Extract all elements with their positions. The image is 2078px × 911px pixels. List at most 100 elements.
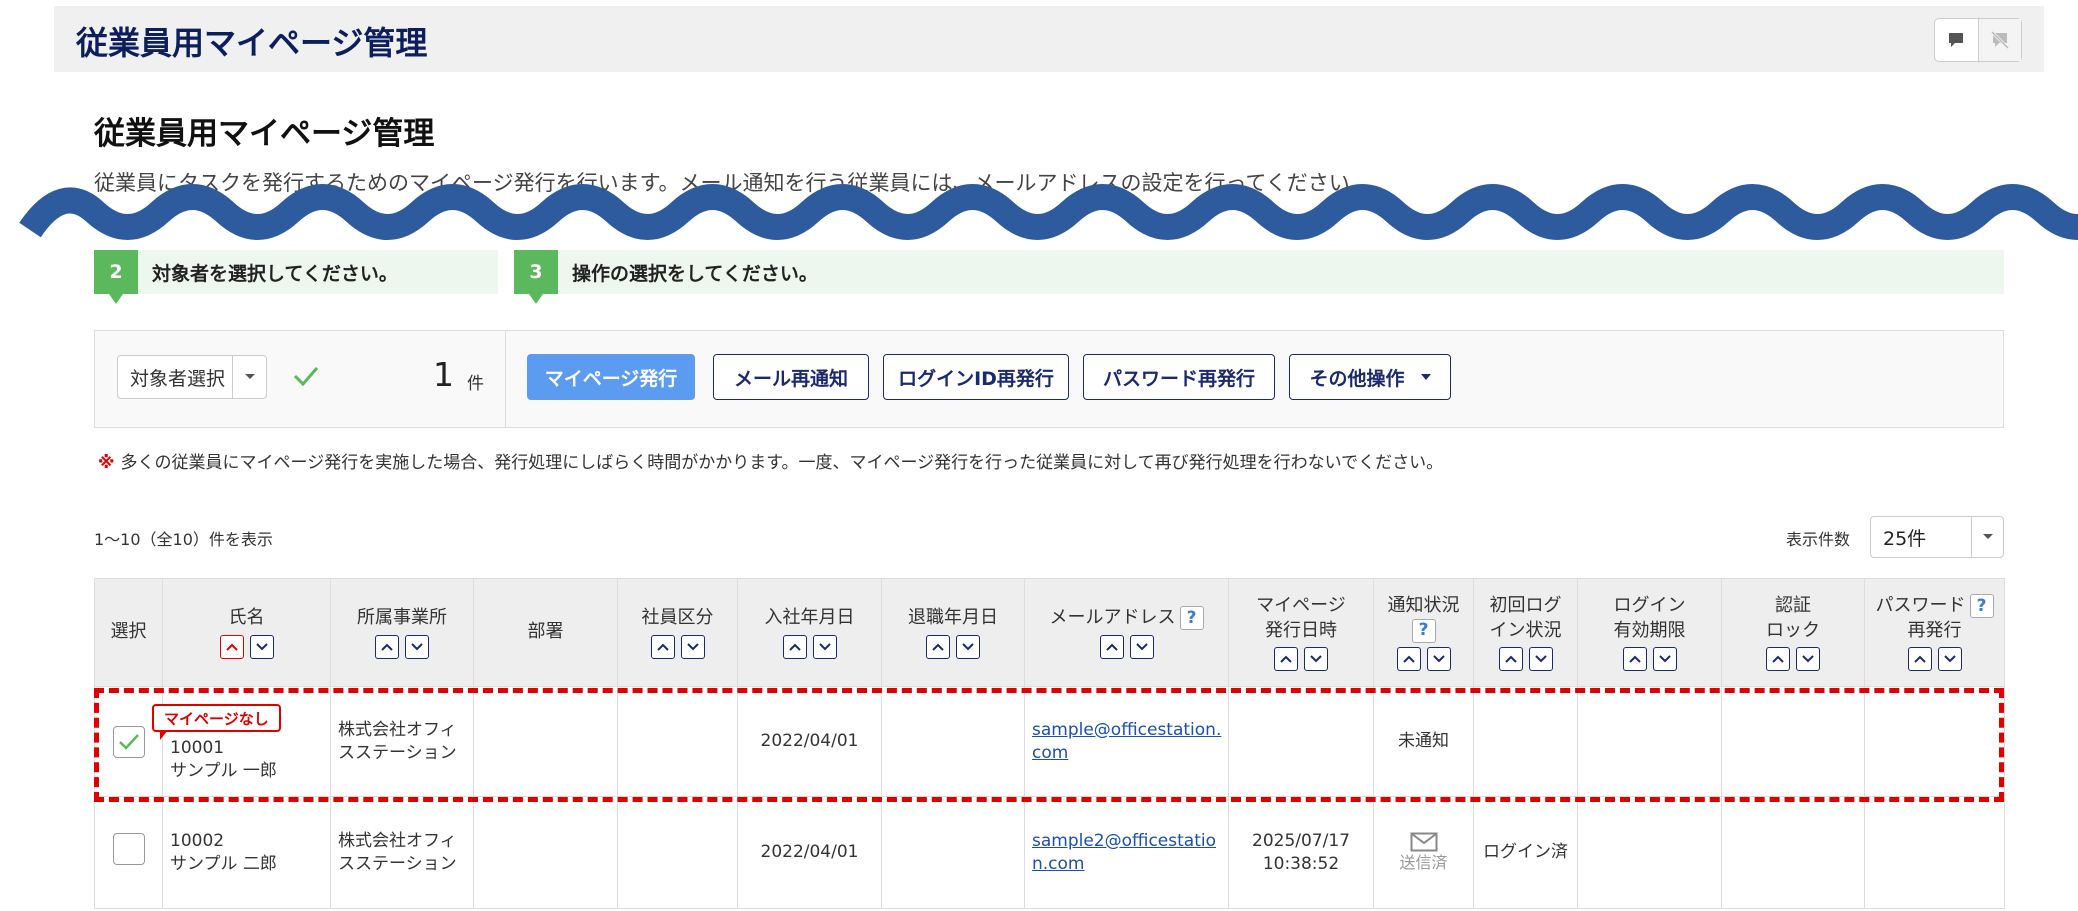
per-page-select[interactable]: 25件 bbox=[1870, 516, 2004, 558]
retire-date-cell bbox=[881, 686, 1025, 797]
issue-datetime-cell: 2025/07/17 10:38:52 bbox=[1228, 796, 1374, 909]
col-first-login-label-1: 初回ログ bbox=[1489, 595, 1562, 617]
col-password-reissue-text: パスワード bbox=[1875, 595, 1966, 617]
notice: ※ 多くの従業員にマイページ発行を実施した場合、発行処理にしばらく時間がかかります… bbox=[98, 448, 1443, 473]
sort-asc-button[interactable] bbox=[926, 634, 950, 659]
col-name: 氏名 bbox=[162, 578, 331, 687]
chevron-down-icon bbox=[962, 642, 974, 651]
employee-number: 10002 bbox=[170, 830, 225, 851]
sent-status: 送信済 bbox=[1374, 832, 1473, 874]
no-mypage-badge: マイページなし bbox=[152, 704, 281, 740]
row-select-checkbox[interactable] bbox=[112, 833, 145, 866]
chevron-up-icon bbox=[381, 643, 393, 651]
sort-asc-button[interactable] bbox=[1622, 646, 1647, 671]
help-icon[interactable]: ? bbox=[1969, 594, 1994, 619]
per-page-label: 表示件数 bbox=[1786, 530, 1851, 549]
resend-mail-button[interactable]: メール再通知 bbox=[713, 354, 869, 400]
office-cell: 株式会社オフィスステーション bbox=[330, 796, 474, 909]
notify-status-cell: 送信済 bbox=[1373, 796, 1474, 909]
col-first-login: 初回ログ イン状況 bbox=[1473, 578, 1578, 687]
employee-number: 10001 bbox=[170, 737, 225, 758]
sort-desc-button[interactable] bbox=[956, 634, 980, 659]
sort-asc-button[interactable] bbox=[1498, 646, 1523, 671]
selected-count-unit: 件 bbox=[467, 374, 484, 394]
col-auth-lock: 認証 ロック bbox=[1721, 578, 1865, 687]
col-employee-type: 社員区分 bbox=[617, 578, 738, 687]
email-link[interactable]: sample@officestation.com bbox=[1025, 719, 1228, 765]
issue-datetime-cell bbox=[1228, 686, 1374, 797]
col-password-reissue-label-1: パスワード? bbox=[1865, 594, 2004, 619]
col-email-label: メールアドレス bbox=[1049, 607, 1176, 629]
reissue-password-button[interactable]: パスワード再発行 bbox=[1083, 354, 1275, 400]
row-select-checkbox[interactable] bbox=[112, 725, 145, 758]
sort-asc-button[interactable] bbox=[1766, 646, 1790, 671]
chevron-down-icon bbox=[1534, 655, 1547, 663]
hire-date-cell: 2022/04/01 bbox=[737, 796, 882, 909]
sort-asc-button[interactable] bbox=[375, 634, 399, 659]
reissue-login-id-button[interactable]: ログインID再発行 bbox=[883, 354, 1069, 400]
sort-asc-button[interactable] bbox=[650, 634, 675, 659]
sort-asc-button[interactable] bbox=[1396, 646, 1421, 671]
help-icon[interactable]: ? bbox=[1411, 618, 1436, 643]
sort-asc-button[interactable] bbox=[1907, 646, 1932, 671]
chevron-down-icon bbox=[818, 642, 831, 651]
office-cell: 株式会社オフィスステーション bbox=[330, 686, 474, 797]
step-3-banner: 3 操作の選択をしてください。 bbox=[514, 250, 2004, 304]
sort-asc-button[interactable] bbox=[219, 634, 244, 659]
notice-text: 多くの従業員にマイページ発行を実施した場合、発行処理にしばらく時間がかかります。… bbox=[120, 453, 1444, 473]
col-email: メールアドレス? bbox=[1024, 578, 1229, 687]
help-icon[interactable]: ? bbox=[1179, 606, 1204, 631]
chevron-down-icon bbox=[1135, 642, 1148, 651]
issue-mypage-button[interactable]: マイページ発行 bbox=[527, 354, 695, 400]
sort-desc-button[interactable] bbox=[812, 634, 837, 659]
chevron-up-icon bbox=[1772, 655, 1784, 663]
department-cell bbox=[473, 796, 618, 909]
password-reissue-cell bbox=[1864, 686, 2005, 797]
email-link[interactable]: sample2@officestation.com bbox=[1025, 830, 1228, 876]
department-cell bbox=[473, 686, 618, 797]
col-mypage-issued: マイページ 発行日時 bbox=[1228, 578, 1374, 687]
chevron-up-icon bbox=[1504, 655, 1517, 663]
sort-desc-button[interactable] bbox=[1304, 646, 1328, 671]
app-header: 従業員用マイページ管理 bbox=[54, 6, 2044, 72]
sort-desc-button[interactable] bbox=[1528, 646, 1553, 671]
sort-asc-button[interactable] bbox=[782, 634, 807, 659]
sort-desc-button[interactable] bbox=[1796, 646, 1820, 671]
col-select: 選択 bbox=[94, 578, 163, 687]
chevron-down-icon bbox=[1971, 517, 2003, 557]
auth-lock-cell bbox=[1721, 686, 1865, 797]
sort-desc-button[interactable] bbox=[249, 634, 274, 659]
select-cell bbox=[94, 686, 163, 797]
chevron-up-icon bbox=[1628, 655, 1641, 663]
col-email-header: メールアドレス? bbox=[1025, 606, 1228, 631]
step-2-number: 2 bbox=[94, 250, 138, 304]
comment-on-button[interactable] bbox=[1935, 19, 1978, 61]
col-auth-lock-label-2: ロック bbox=[1766, 619, 1820, 641]
notify-status-cell: 未通知 bbox=[1373, 686, 1474, 797]
sort-desc-button[interactable] bbox=[1937, 646, 1962, 671]
sort-asc-button[interactable] bbox=[1099, 634, 1124, 659]
sort-desc-button[interactable] bbox=[1426, 646, 1451, 671]
sort-desc-button[interactable] bbox=[680, 634, 705, 659]
other-operations-button[interactable]: その他操作 bbox=[1289, 354, 1451, 400]
sort-desc-button[interactable] bbox=[405, 634, 429, 659]
col-notify-status: 通知状況 ? bbox=[1373, 578, 1474, 687]
page-title: 従業員用マイページ管理 bbox=[94, 116, 435, 152]
chevron-down-icon bbox=[1658, 655, 1671, 663]
sort-desc-button[interactable] bbox=[1129, 634, 1154, 659]
comment-off-button[interactable] bbox=[1977, 19, 2021, 61]
login-expiry-cell bbox=[1577, 796, 1722, 909]
step-2-banner: 2 対象者を選択してください。 bbox=[94, 250, 498, 304]
comment-icon bbox=[1949, 33, 1964, 47]
sort-asc-button[interactable] bbox=[1274, 646, 1298, 671]
hire-date-cell: 2022/04/01 bbox=[737, 686, 882, 797]
col-department-label: 部署 bbox=[527, 621, 564, 643]
first-login-cell bbox=[1473, 686, 1578, 797]
target-select-dropdown[interactable]: 対象者選択 bbox=[117, 355, 267, 399]
caret-down-icon bbox=[1420, 374, 1431, 380]
sort-desc-button[interactable] bbox=[1652, 646, 1677, 671]
result-count: 1〜10（全10）件を表示 bbox=[94, 530, 273, 549]
col-mypage-issued-label-2: 発行日時 bbox=[1265, 619, 1337, 641]
col-login-expiry: ログイン 有効期限 bbox=[1577, 578, 1722, 687]
employee-name: サンプル 一郎 bbox=[170, 760, 277, 781]
